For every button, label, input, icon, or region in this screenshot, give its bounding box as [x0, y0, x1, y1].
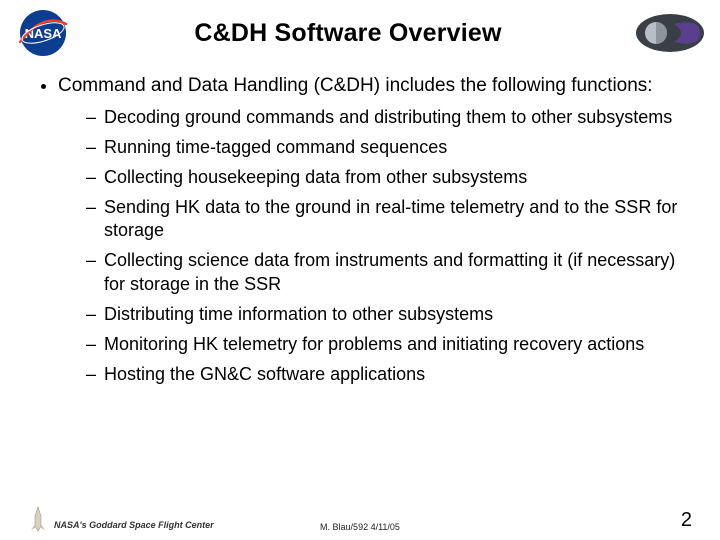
footer-center-text: M. Blau/592 4/11/05: [249, 522, 470, 532]
nasa-logo-icon: NASA: [14, 8, 72, 58]
list-item-text: Distributing time information to other s…: [104, 304, 493, 324]
slide-header: NASA C&DH Software Overview: [0, 0, 720, 58]
rocket-icon: [28, 506, 48, 532]
slide-title: C&DH Software Overview: [86, 19, 620, 48]
list-item-text: Hosting the GN&C software applications: [104, 364, 425, 384]
list-item: Monitoring HK telemetry for problems and…: [86, 333, 684, 356]
page-number: 2: [471, 509, 692, 532]
list-item-text: Collecting housekeeping data from other …: [104, 167, 527, 187]
top-bullet-list: Command and Data Handling (C&DH) include…: [36, 74, 684, 386]
list-item-text: Decoding ground commands and distributin…: [104, 107, 672, 127]
sub-bullet-list: Decoding ground commands and distributin…: [58, 106, 684, 385]
list-item: Collecting science data from instruments…: [86, 249, 684, 295]
nasa-logo-text: NASA: [25, 26, 62, 41]
slide-body: Command and Data Handling (C&DH) include…: [0, 58, 720, 386]
list-item: Decoding ground commands and distributin…: [86, 106, 684, 129]
list-item-text: Running time-tagged command sequences: [104, 137, 447, 157]
list-item: Hosting the GN&C software applications: [86, 363, 684, 386]
mission-logo-icon: [634, 12, 706, 54]
list-item: Distributing time information to other s…: [86, 303, 684, 326]
footer-left: NASA's Goddard Space Flight Center: [28, 506, 249, 532]
list-item-text: Sending HK data to the ground in real-ti…: [104, 197, 677, 240]
lead-bullet: Command and Data Handling (C&DH) include…: [58, 74, 684, 386]
slide-footer: NASA's Goddard Space Flight Center M. Bl…: [0, 506, 720, 532]
list-item: Sending HK data to the ground in real-ti…: [86, 196, 684, 242]
list-item-text: Monitoring HK telemetry for problems and…: [104, 334, 644, 354]
list-item: Running time-tagged command sequences: [86, 136, 684, 159]
lead-text: Command and Data Handling (C&DH) include…: [58, 75, 653, 96]
list-item-text: Collecting science data from instruments…: [104, 250, 675, 293]
list-item: Collecting housekeeping data from other …: [86, 166, 684, 189]
footer-org-text: NASA's Goddard Space Flight Center: [54, 520, 214, 532]
